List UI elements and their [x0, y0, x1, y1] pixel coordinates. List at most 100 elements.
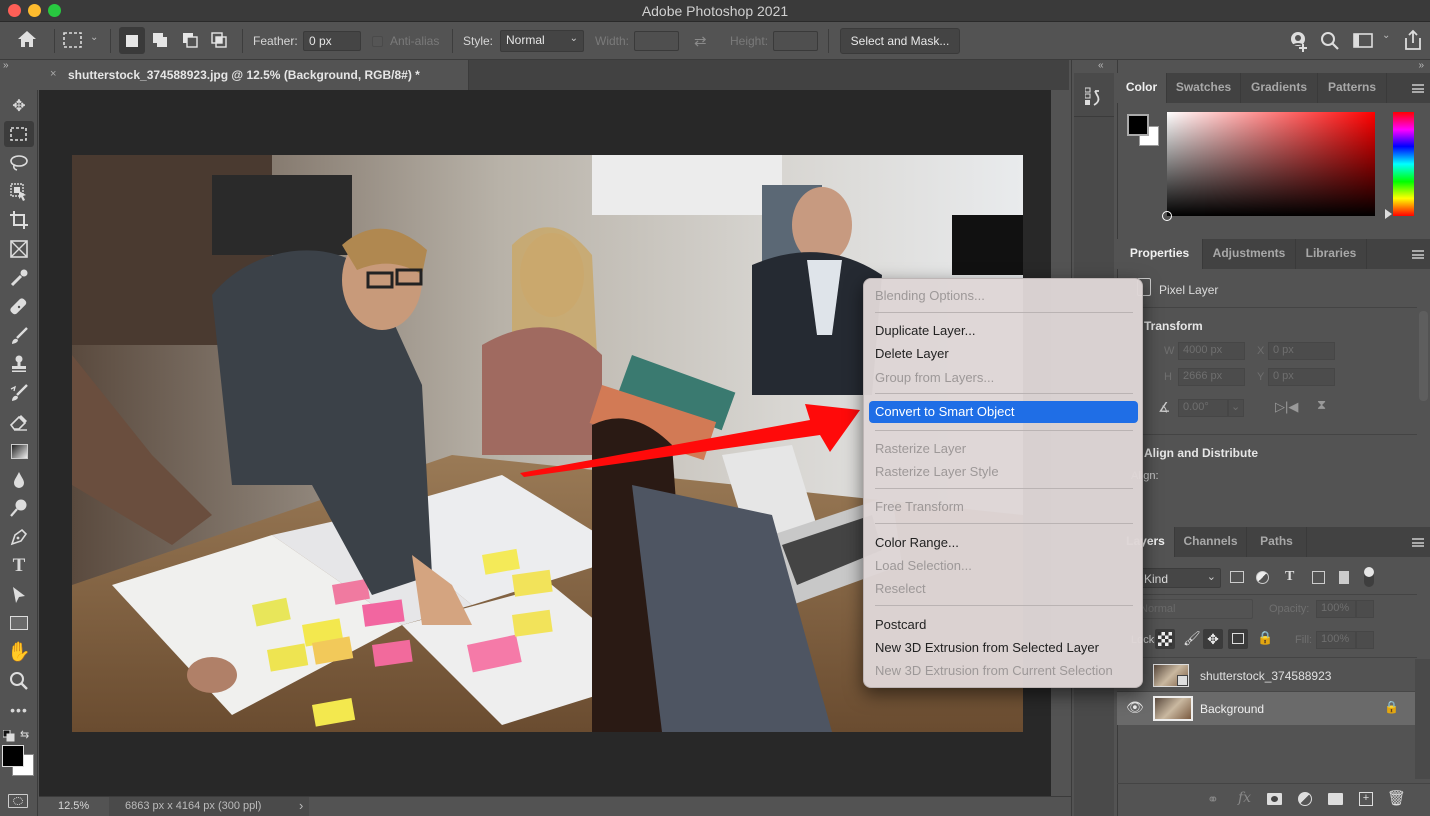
adjustment-layer-icon[interactable] [1298, 792, 1312, 806]
lock-artboard-button[interactable] [1228, 629, 1248, 649]
hue-slider[interactable] [1393, 112, 1414, 216]
subtract-from-selection-button[interactable] [180, 30, 202, 52]
lock-all-icon[interactable]: 🔒 [1257, 630, 1273, 646]
object-selection-tool[interactable] [4, 179, 34, 205]
color-picker-handle[interactable] [1162, 211, 1172, 221]
tab-paths[interactable]: Paths [1247, 527, 1307, 557]
select-and-mask-button[interactable]: Select and Mask... [840, 28, 960, 54]
rectangle-tool[interactable] [4, 610, 34, 636]
angle-dropdown[interactable]: ⌄ [1228, 399, 1244, 417]
trash-icon[interactable]: 🗑 [1387, 789, 1406, 807]
tab-color[interactable]: Color [1117, 73, 1167, 103]
close-document-tab-icon[interactable]: × [50, 68, 56, 80]
zoom-level[interactable]: 12.5% [58, 800, 89, 812]
menu-item-convert-to-smart-object[interactable]: Convert to Smart Object [869, 401, 1138, 423]
swap-colors-icon[interactable]: ⇆ [20, 728, 29, 741]
pen-tool[interactable] [4, 524, 34, 550]
panel-menu-icon[interactable] [1412, 84, 1424, 93]
share-user-button[interactable] [1288, 31, 1310, 56]
tab-gradients[interactable]: Gradients [1241, 73, 1318, 103]
flip-horizontal-icon[interactable]: ▷|◀ [1275, 399, 1298, 415]
feather-input[interactable]: 0 px [303, 31, 361, 51]
collapse-dock-icon[interactable]: « [1098, 60, 1104, 71]
new-selection-button[interactable] [119, 27, 145, 54]
foreground-color-swatch[interactable] [2, 745, 24, 767]
intersect-selection-button[interactable] [209, 30, 231, 52]
height-input[interactable] [773, 31, 818, 51]
gradient-tool[interactable] [4, 438, 34, 464]
menu-item-color-range[interactable]: Color Range... [875, 535, 959, 550]
anti-alias-checkbox[interactable] [372, 36, 383, 47]
blend-mode-select[interactable]: Normal [1131, 599, 1253, 619]
transform-heading[interactable]: Transform [1144, 319, 1203, 333]
blur-tool[interactable] [4, 467, 34, 493]
panel-menu-icon[interactable] [1412, 538, 1424, 547]
move-tool[interactable]: ✥ [4, 93, 34, 119]
filter-type-icon[interactable]: T [1285, 569, 1294, 585]
home-button[interactable] [14, 30, 40, 52]
type-tool[interactable]: T [4, 553, 34, 579]
tab-properties[interactable]: Properties [1117, 239, 1203, 269]
menu-item-postcard[interactable]: Postcard [875, 617, 926, 632]
width-field[interactable]: 4000 px [1178, 342, 1245, 360]
eyedropper-tool[interactable] [4, 265, 34, 291]
filter-kind-select[interactable]: Kind ⌄ [1131, 568, 1221, 588]
tool-preset-picker[interactable]: ⌄ [62, 30, 104, 52]
path-selection-tool[interactable] [4, 582, 34, 608]
opacity-field[interactable]: 100% [1316, 600, 1356, 618]
lock-position-button[interactable]: ✥ [1203, 629, 1223, 649]
filter-adjustment-icon[interactable] [1256, 571, 1269, 584]
menu-item-3d-extrusion-selected-layer[interactable]: New 3D Extrusion from Selected Layer [875, 640, 1099, 655]
menu-item-duplicate-layer[interactable]: Duplicate Layer... [875, 323, 975, 338]
hand-tool[interactable]: ✋ [4, 639, 34, 665]
flip-vertical-icon[interactable]: ⧗ [1317, 397, 1326, 413]
angle-field[interactable]: 0.00° [1178, 399, 1228, 417]
tab-adjustments[interactable]: Adjustments [1203, 239, 1296, 269]
fx-icon[interactable]: fx [1238, 790, 1251, 806]
workspace-button[interactable]: ⌄ [1353, 30, 1390, 53]
status-menu-arrow[interactable]: › [299, 798, 303, 813]
layer-name[interactable]: Background [1200, 702, 1264, 716]
default-colors-button[interactable] [2, 729, 15, 745]
history-panel-button[interactable] [1074, 73, 1114, 117]
layer-row-selected[interactable]: 👁 Background 🔒 [1117, 692, 1415, 725]
expand-panels-icon[interactable]: » [1418, 60, 1424, 71]
new-group-icon[interactable] [1328, 793, 1343, 805]
hue-slider-handle[interactable] [1385, 209, 1392, 219]
spot-healing-brush-tool[interactable] [4, 294, 34, 320]
tab-patterns[interactable]: Patterns [1318, 73, 1387, 103]
swap-width-height-icon[interactable]: ⇄ [694, 32, 707, 50]
frame-tool[interactable] [4, 236, 34, 262]
width-input[interactable] [634, 31, 679, 51]
lasso-tool[interactable] [4, 150, 34, 176]
align-distribute-heading[interactable]: Align and Distribute [1144, 446, 1258, 460]
lock-image-pixels-icon[interactable]: 🖌 [1183, 630, 1201, 647]
rectangular-marquee-tool[interactable] [4, 121, 34, 147]
crop-tool[interactable] [4, 207, 34, 233]
history-brush-tool[interactable] [4, 380, 34, 406]
quick-mask-button[interactable] [8, 794, 28, 808]
filter-toggle[interactable] [1364, 567, 1374, 587]
edit-toolbar-button[interactable]: ••• [4, 697, 34, 723]
style-select[interactable]: Normal ⌄ [500, 30, 584, 52]
filter-smart-object-icon[interactable] [1339, 571, 1349, 584]
search-button[interactable] [1320, 31, 1340, 54]
toolbar-collapse-strip[interactable]: » [0, 60, 44, 92]
document-tab[interactable]: × shutterstock_374588923.jpg @ 12.5% (Ba… [44, 60, 469, 90]
fill-dropdown[interactable] [1356, 631, 1374, 649]
clone-stamp-tool[interactable] [4, 351, 34, 377]
layer-row[interactable]: shutterstock_374588923 [1117, 659, 1415, 692]
color-foreground-swatch[interactable] [1127, 114, 1149, 136]
new-layer-icon[interactable]: + [1359, 792, 1373, 806]
fill-field[interactable]: 100% [1316, 631, 1356, 649]
link-layers-icon[interactable]: ⚭ [1207, 791, 1219, 808]
tab-swatches[interactable]: Swatches [1167, 73, 1241, 103]
lock-transparent-pixels-button[interactable] [1155, 629, 1175, 649]
brush-tool[interactable] [4, 323, 34, 349]
properties-scrollbar[interactable] [1419, 311, 1428, 401]
visibility-eye-icon[interactable]: 👁 [1126, 699, 1144, 716]
eraser-tool[interactable] [4, 409, 34, 435]
menu-item-delete-layer[interactable]: Delete Layer [875, 346, 949, 361]
dodge-tool[interactable] [4, 495, 34, 521]
filter-shape-icon[interactable] [1312, 571, 1325, 584]
